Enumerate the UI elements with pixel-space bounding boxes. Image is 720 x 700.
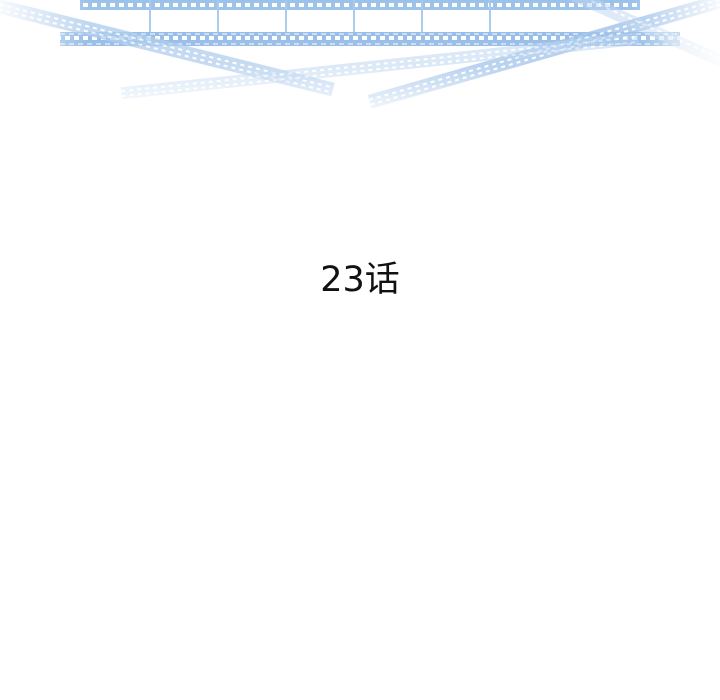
- film-strip-banner-icon: [0, 0, 720, 120]
- episode-title: 23话: [320, 260, 400, 300]
- episode-cover-page: 23话: [0, 0, 720, 700]
